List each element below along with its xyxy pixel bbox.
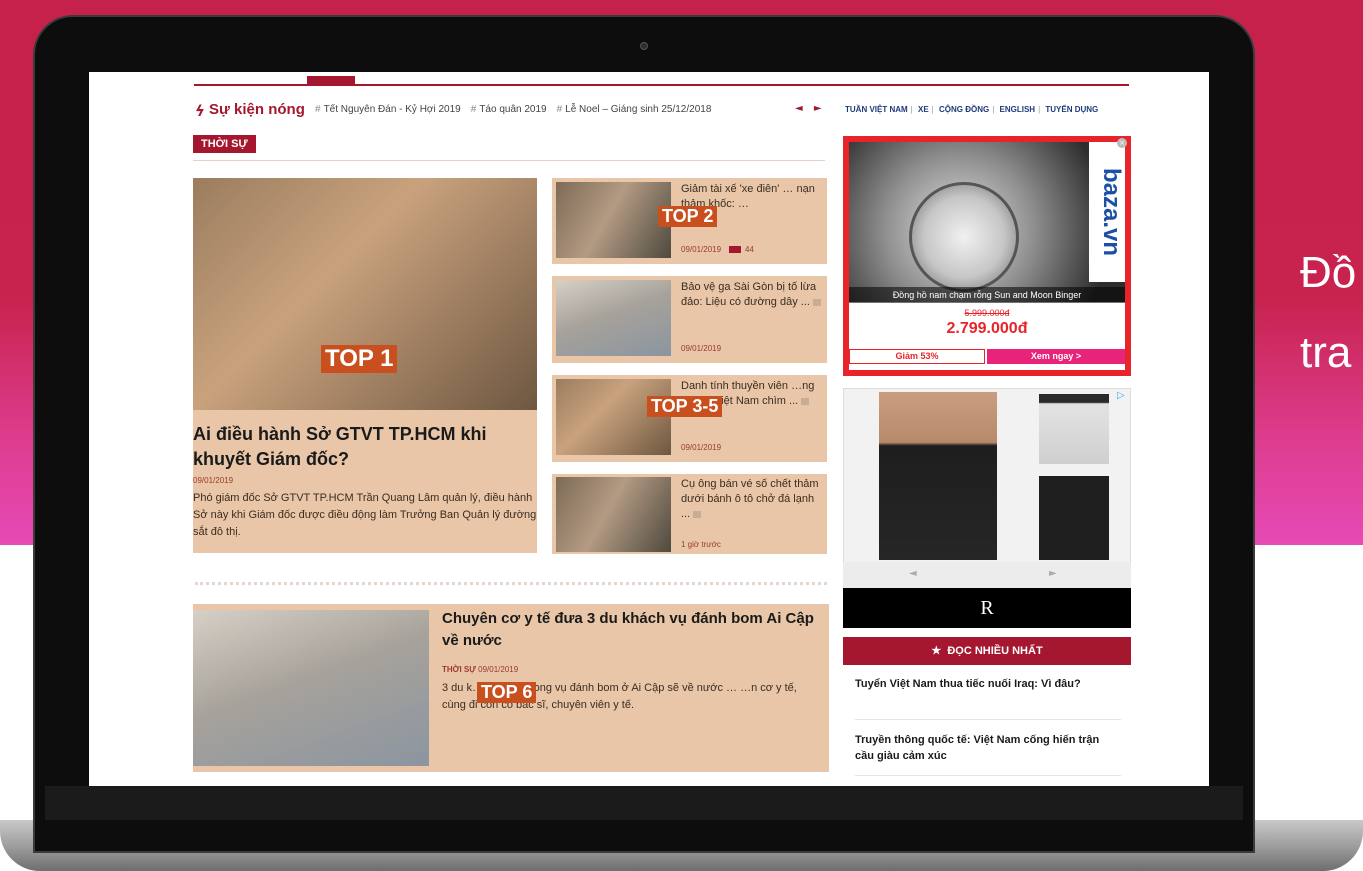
main-story-image[interactable] xyxy=(193,178,537,410)
side-heading-line1: Đồ xyxy=(1300,248,1357,297)
bottom-story-image[interactable] xyxy=(193,610,429,766)
bottom-story-meta: THỜI SỰ 09/01/2019 xyxy=(442,665,519,674)
top-links: TUẦN VIỆT NAM | XE | CỘNG ĐỒNG | ENGLISH | T… xyxy=(845,105,1099,114)
top-link[interactable]: TUYỂN DỤNG xyxy=(1045,105,1098,114)
webcam-icon xyxy=(640,42,648,50)
dotted-divider xyxy=(195,582,827,585)
main-story-title[interactable]: Ai điều hành Sở GTVT TP.HCM khi khuyết G… xyxy=(193,422,537,472)
top-1-badge: TOP 1 xyxy=(321,345,398,373)
star-icon: ★ xyxy=(931,645,942,657)
watch-ad-price: 2.799.000đ xyxy=(946,320,1028,337)
main-story-summary: Phó giám đốc Sở GTVT TP.HCM Trần Quang L… xyxy=(193,492,537,538)
fashion-ad-model-image[interactable] xyxy=(879,392,997,560)
lightning-icon: ϟ xyxy=(195,102,205,120)
top-link[interactable]: TUẦN VIỆT NAM xyxy=(845,105,908,114)
laptop-bottom-bezel xyxy=(45,786,1243,820)
hot-events-arrows[interactable]: ◄ ► xyxy=(795,103,826,114)
top-link[interactable]: CỘNG ĐỒNG xyxy=(939,105,989,114)
side-story-date: 09/01/2019 xyxy=(681,443,722,452)
section-tab-thoi-su[interactable]: THỜI SỰ xyxy=(193,135,256,153)
section-divider xyxy=(193,160,825,161)
side-story-image[interactable] xyxy=(556,477,671,552)
top-6-badge: TOP 6 xyxy=(477,682,537,703)
hot-events-title[interactable]: Sự kiện nóng xyxy=(209,101,305,118)
most-read-divider xyxy=(855,775,1121,776)
side-heading-line2: tra xyxy=(1300,328,1352,377)
top-2-badge: TOP 2 xyxy=(658,206,718,227)
comment-icon xyxy=(693,510,702,518)
main-story-date: 09/01/2019 xyxy=(193,476,234,485)
side-story-image[interactable] xyxy=(556,182,671,258)
side-story-title[interactable]: Cụ ông bán vé số chết thảm dưới bánh ô t… xyxy=(681,477,823,522)
carousel-next-icon[interactable]: ► xyxy=(1049,568,1057,579)
fashion-ad-product-image[interactable] xyxy=(1039,394,1109,464)
watch-ad-cta-button[interactable]: Xem ngay > xyxy=(987,349,1125,364)
most-read-item[interactable]: Truyền thông quốc tế: Việt Nam cống hiến… xyxy=(855,732,1121,764)
comment-icon xyxy=(801,397,810,405)
bottom-story-category[interactable]: THỜI SỰ xyxy=(442,665,476,674)
watch-ad-old-price: 5.999.000đ xyxy=(964,308,1010,318)
watch-icon xyxy=(909,182,1019,292)
fashion-ad-nav-bar xyxy=(843,562,1131,588)
comment-icon xyxy=(729,246,742,254)
watch-ad-caption: Đồng hồ nam chạm rỗng Sun and Moon Binge… xyxy=(849,287,1125,303)
side-story-date: 09/01/2019 xyxy=(681,344,722,353)
comment-icon xyxy=(812,298,821,306)
watch-ad-discount: Giảm 53% xyxy=(849,349,985,364)
ad-brand-logo[interactable]: baza.vn xyxy=(1089,142,1125,282)
bottom-story-title[interactable]: Chuyên cơ y tế đưa 3 du khách vụ đánh bo… xyxy=(442,608,824,652)
top-3-5-badge: TOP 3-5 xyxy=(647,396,723,417)
ad-close-icon[interactable]: × xyxy=(1117,138,1127,148)
laptop-screen: ϟ Sự kiện nóng # Tết Nguyên Đán - Kỷ Hợi … xyxy=(89,72,1209,786)
adchoices-icon[interactable]: ▷ xyxy=(1117,390,1125,401)
fashion-ad-product-image[interactable] xyxy=(1039,476,1109,560)
most-read-item[interactable]: Tuyển Việt Nam thua tiếc nuối Iraq: Vì đ… xyxy=(855,676,1121,692)
hot-tag[interactable]: # Tết Nguyên Đán - Kỷ Hợi 2019 xyxy=(315,104,461,115)
most-read-header: ★ ĐỌC NHIỀU NHẤT xyxy=(843,637,1131,665)
top-link[interactable]: XE xyxy=(918,105,929,114)
side-story-date: 1 giờ trước xyxy=(681,540,721,549)
hot-tag[interactable]: # Lễ Noel – Giáng sinh 25/12/2018 xyxy=(557,104,712,115)
fashion-ad-logo[interactable]: R xyxy=(843,588,1131,628)
most-read-divider xyxy=(855,719,1121,720)
top-nav-active-tab[interactable] xyxy=(307,76,355,86)
top-link[interactable]: ENGLISH xyxy=(1000,105,1036,114)
carousel-prev-icon[interactable]: ◄ xyxy=(909,568,917,579)
side-story-title[interactable]: Bảo vệ ga Sài Gòn bị tố lừa đảo: Liệu có… xyxy=(681,280,823,310)
side-story-image[interactable] xyxy=(556,379,671,455)
hot-tag[interactable]: # Táo quân 2019 xyxy=(471,104,547,115)
side-story-image[interactable] xyxy=(556,280,671,356)
hot-events-tags: # Tết Nguyên Đán - Kỷ Hợi 2019 # Táo quân … xyxy=(315,104,711,115)
side-story-meta: 09/01/2019 44 xyxy=(681,245,754,254)
